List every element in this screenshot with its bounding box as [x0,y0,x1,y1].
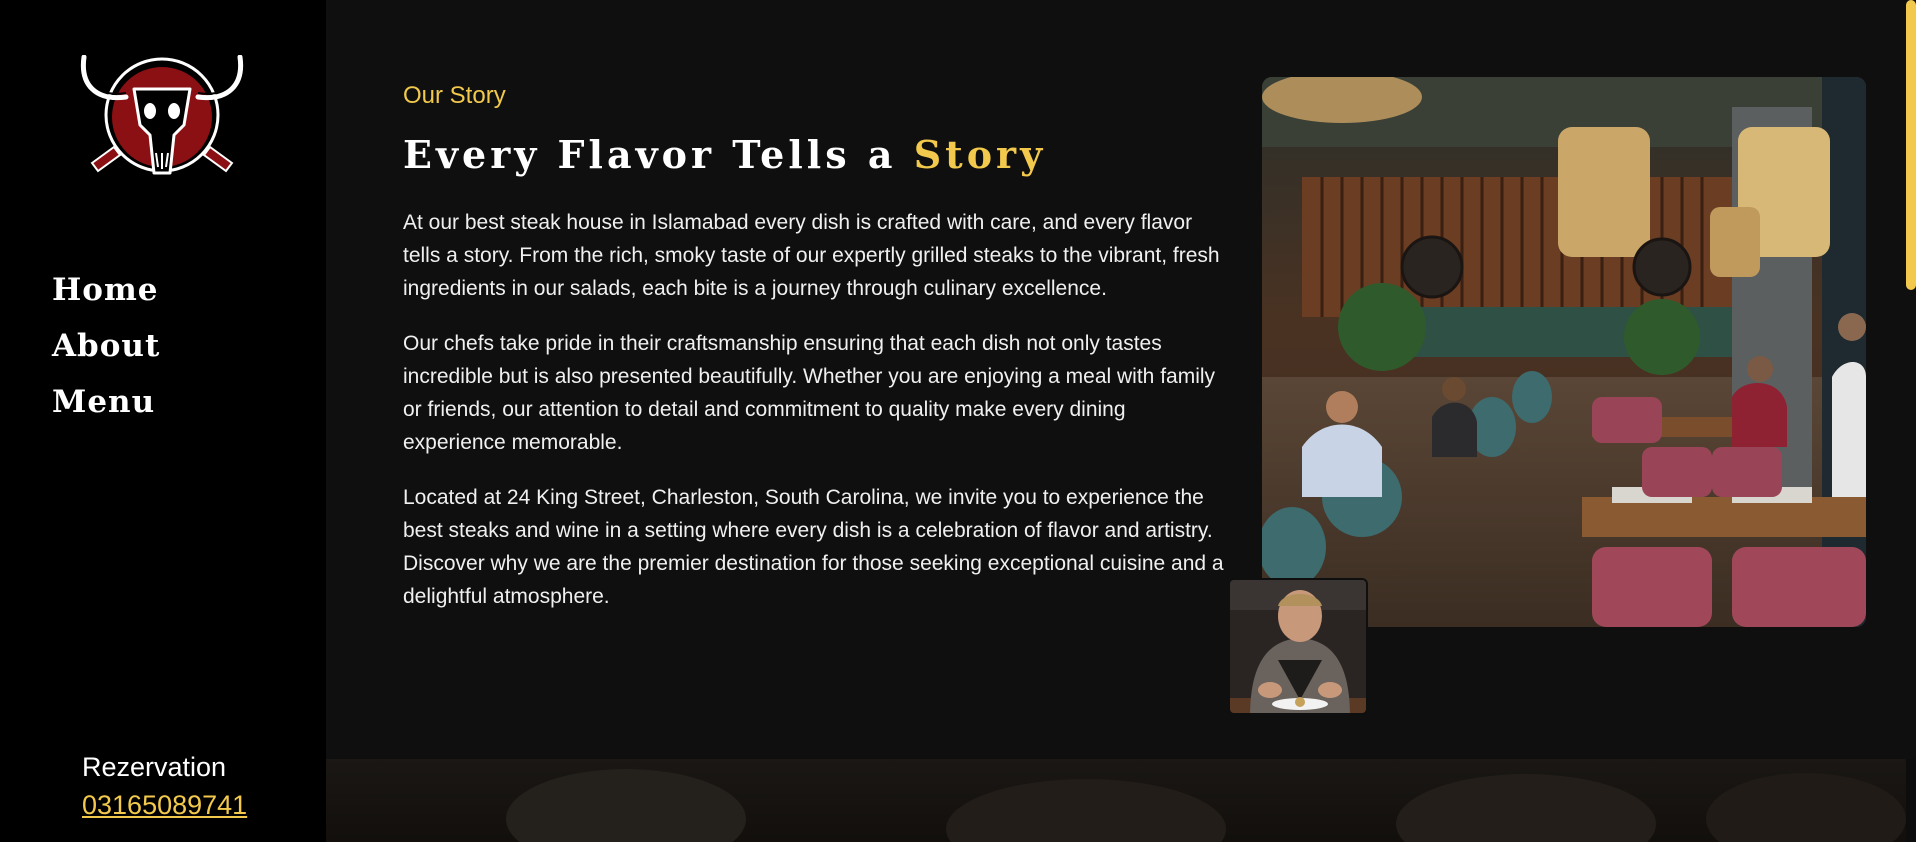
section-heading: Every Flavor Tells a Story [403,132,1046,177]
story-paragraph: Located at 24 King Street, Charleston, S… [403,486,1224,608]
reservation-phone-link[interactable]: 03165089741 [82,790,247,820]
scrollbar-thumb[interactable] [1906,0,1916,290]
chef-plating-photo [1228,578,1368,715]
chef-plating-image [1230,580,1366,713]
section-eyebrow: Our Story [403,82,506,109]
about-section: Our Story Every Flavor Tells a Story At … [326,0,1916,759]
heading-main-text: Every Flavor Tells a [403,132,914,177]
heading-accent-text: Story [913,132,1047,177]
nav-item-home[interactable]: Home [52,268,160,312]
nav-item-about[interactable]: About [52,324,160,368]
next-section-preview [326,759,1906,842]
restaurant-interior-photo [1262,77,1866,627]
nav-item-menu[interactable]: Menu [52,380,160,424]
story-paragraph: Our chefs take pride in their craftsmans… [403,332,1216,454]
reservation-label: Rezervation [82,752,227,782]
main-nav: Home About Menu [52,268,160,424]
bull-skull-logo[interactable] [74,54,250,181]
story-text: At our best steak house in Islamabad eve… [403,206,1233,635]
reservation-block: Rezervation 03165089741 [82,748,247,824]
sidebar: Home About Menu Rezervation 03165089741 [0,0,326,842]
logo-icon [80,54,244,175]
restaurant-interior-image [1262,77,1866,627]
story-paragraph: At our best steak house in Islamabad eve… [403,211,1220,300]
next-section-background-image [506,769,1906,842]
